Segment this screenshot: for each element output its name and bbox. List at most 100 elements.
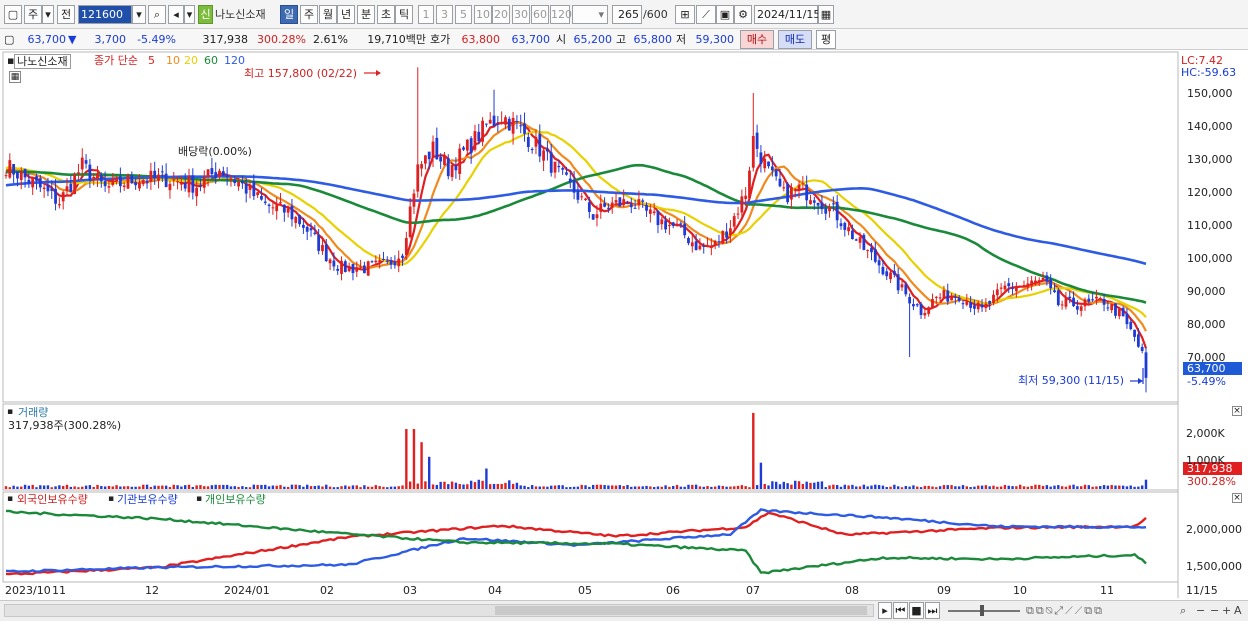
volume-bar — [1106, 485, 1110, 489]
legend-stock-name[interactable]: 나노신소재 — [14, 54, 71, 69]
volume-bar — [298, 485, 301, 489]
volume-bar — [336, 487, 339, 489]
candle-body — [1049, 279, 1053, 289]
market-tab-all[interactable]: 전 — [57, 5, 75, 24]
volume-icon[interactable]: ◂ — [168, 5, 184, 24]
date-input[interactable]: 2024/11/15 — [754, 5, 820, 24]
zoom-slider-handle[interactable] — [980, 605, 984, 616]
market-tab-stock[interactable]: 주 — [24, 5, 42, 24]
volume-bar — [969, 487, 972, 489]
stock-chart[interactable] — [0, 50, 1248, 600]
candle-body — [1034, 280, 1037, 284]
interval-option-4[interactable]: 20 — [492, 5, 510, 24]
volume-bar — [332, 487, 336, 489]
candle-body — [435, 137, 439, 160]
zoom-slider[interactable] — [948, 605, 1020, 616]
code-dropdown-icon[interactable]: ▾ — [132, 5, 146, 24]
volume-dropdown-icon[interactable]: ▾ — [184, 5, 195, 24]
candle-body — [900, 284, 904, 288]
legend-foreign-holdings: 외국인보유수량 — [17, 493, 88, 506]
zoom-minus-icon[interactable]: − — [1210, 604, 1219, 617]
period-tab-5[interactable]: 초 — [377, 5, 395, 24]
candle-body — [953, 296, 957, 298]
x-axis-label-3: 2024/01 — [224, 584, 270, 597]
volume-bar — [961, 485, 965, 489]
count-input[interactable]: 265 — [612, 5, 642, 24]
volume-bar — [954, 486, 957, 489]
stop-icon[interactable]: ■ — [909, 602, 924, 619]
fast-forward-icon[interactable]: ⏭ — [925, 602, 940, 619]
volume-bar — [561, 485, 564, 489]
candle-body — [1133, 329, 1136, 337]
buy-button[interactable]: 매수 — [740, 30, 774, 49]
chart-tool-icon[interactable]: ⊞ — [675, 5, 695, 24]
period-tab-4[interactable]: 분 — [357, 5, 375, 24]
interval-option-1[interactable]: 3 — [436, 5, 453, 24]
scroll-right-icon[interactable]: ▸ — [878, 602, 892, 619]
rewind-icon[interactable]: ⏮ — [893, 602, 908, 619]
candle-body — [427, 151, 431, 160]
candle-body — [816, 202, 820, 206]
calendar-icon[interactable]: ▦ — [818, 5, 834, 24]
volume-bar — [603, 485, 606, 489]
average-button[interactable]: 평 — [816, 30, 836, 49]
volume-bar — [187, 484, 191, 489]
horizontal-scrollbar[interactable] — [4, 604, 874, 617]
volume-bar — [283, 486, 286, 489]
candle-body — [309, 228, 313, 231]
candle-body — [751, 135, 755, 168]
stock-code-input[interactable]: 121600 — [78, 5, 132, 24]
interval-dropdown-icon[interactable]: ▾ — [598, 8, 604, 21]
interval-option-7[interactable]: 120 — [550, 5, 572, 24]
volume-bar — [649, 486, 652, 489]
font-size-icon[interactable]: A — [1234, 604, 1242, 617]
interval-option-0[interactable]: 1 — [418, 5, 434, 24]
volume-bar — [797, 481, 801, 489]
volume-panel-close-icon[interactable]: × — [1232, 406, 1242, 416]
volume-bar — [668, 486, 671, 489]
candle-body — [668, 225, 671, 227]
candle-body — [286, 208, 290, 213]
period-tab-1[interactable]: 주 — [300, 5, 318, 24]
quote-menu-icon[interactable]: ▢ — [4, 31, 20, 48]
candle-body — [828, 206, 831, 212]
volume-bar — [980, 485, 984, 489]
settings-gear-icon[interactable]: ⚙ — [734, 5, 752, 24]
data-table-icon[interactable]: ▦ — [9, 71, 21, 83]
period-tab-0[interactable]: 일 — [280, 5, 298, 24]
market-dropdown-icon[interactable]: ▾ — [42, 5, 54, 24]
interval-option-3[interactable]: 10 — [474, 5, 492, 24]
candle — [862, 233, 866, 251]
volume-bar — [271, 485, 275, 489]
volume-bar — [992, 485, 995, 489]
sell-button[interactable]: 매도 — [778, 30, 812, 49]
interval-option-5[interactable]: 30 — [512, 5, 530, 24]
volume-bar — [206, 486, 210, 489]
line-tool-icon[interactable]: ⟋ — [696, 5, 716, 24]
save-icon[interactable]: ▣ — [716, 5, 734, 24]
search-icon[interactable]: ⌕ — [148, 5, 166, 24]
zoom-in-icon[interactable]: + — [1222, 604, 1231, 617]
volume-bar — [203, 486, 206, 489]
price-panel-frame — [2, 51, 1179, 403]
period-tab-3[interactable]: 년 — [337, 5, 355, 24]
volume-bar — [420, 442, 423, 489]
candle-body — [736, 213, 740, 215]
zoom-out-icon[interactable]: − — [1196, 604, 1205, 617]
zoom-search-icon[interactable]: ⌕ — [1180, 604, 1186, 617]
period-tab-2[interactable]: 월 — [319, 5, 337, 24]
period-tab-6[interactable]: 틱 — [395, 5, 413, 24]
volume-bar — [1083, 484, 1087, 489]
volume-bar — [919, 487, 923, 489]
candle-body — [851, 230, 854, 240]
drawing-tools-icons[interactable]: ⧉⧉⍉⤢⟋⟋⧉⧉ — [1026, 604, 1104, 617]
interval-option-6[interactable]: 60 — [531, 5, 549, 24]
interval-option-2[interactable]: 5 — [455, 5, 472, 24]
window-menu-icon[interactable]: ▢ — [4, 5, 22, 24]
volume-bar — [946, 485, 949, 489]
volume-bar — [683, 486, 686, 489]
holdings-panel-close-icon[interactable]: × — [1232, 493, 1242, 503]
scrollbar-thumb[interactable] — [495, 606, 867, 615]
candle-body — [633, 207, 637, 209]
interval-custom-input[interactable]: ▾ — [572, 5, 608, 24]
